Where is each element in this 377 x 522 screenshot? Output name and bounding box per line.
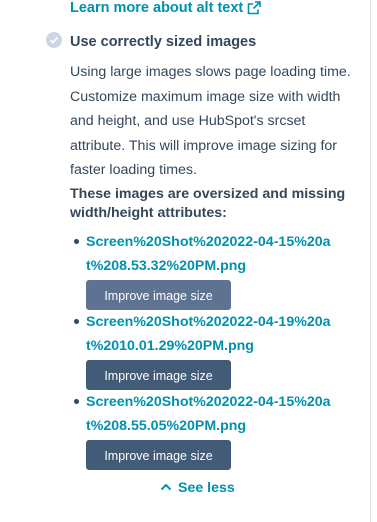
- panel-right-edge: [370, 0, 377, 522]
- see-less-label: See less: [178, 480, 235, 496]
- image-file-link[interactable]: Screen%20Shot%202022-04-15%20at%208.55.0…: [86, 390, 336, 438]
- image-file-link[interactable]: Screen%20Shot%202022-04-19%20at%2010.01.…: [86, 310, 336, 358]
- learn-more-alt-text-link[interactable]: Learn more about alt text: [70, 0, 262, 18]
- improve-image-size-button[interactable]: Improve image size: [86, 440, 231, 470]
- learn-more-label: Learn more about alt text: [70, 0, 244, 16]
- oversized-images-heading: These images are oversized and missing w…: [70, 186, 346, 221]
- image-file-link[interactable]: Screen%20Shot%202022-04-15%20at%208.53.3…: [86, 230, 336, 278]
- section-description: Using large images slows page loading ti…: [70, 64, 351, 178]
- improve-image-size-button[interactable]: Improve image size: [86, 360, 231, 390]
- oversized-images-list: Screen%20Shot%202022-04-15%20at%208.53.3…: [70, 230, 362, 470]
- bullet: [74, 239, 79, 244]
- section-title: Use correctly sized images: [70, 34, 257, 50]
- bullet: [74, 399, 79, 404]
- check-status: [46, 32, 62, 48]
- list-item: Screen%20Shot%202022-04-19%20at%2010.01.…: [70, 310, 362, 390]
- chevron-up-icon: [160, 480, 172, 496]
- list-item: Screen%20Shot%202022-04-15%20at%208.55.0…: [70, 390, 362, 470]
- check-circle-icon: [46, 32, 62, 48]
- bullet: [74, 319, 79, 324]
- list-item: Screen%20Shot%202022-04-15%20at%208.53.3…: [70, 230, 362, 310]
- improve-image-size-button[interactable]: Improve image size: [86, 280, 231, 310]
- see-less-button[interactable]: See less: [160, 480, 235, 496]
- external-link-icon: [247, 1, 262, 15]
